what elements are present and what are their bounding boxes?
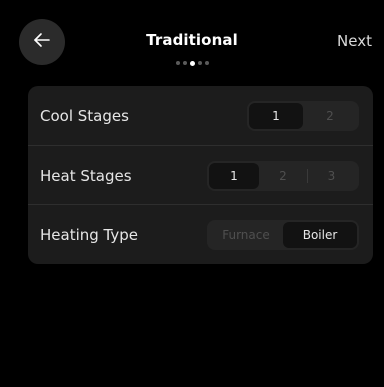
cool-stages-segmented-control: 1 2 (247, 100, 359, 131)
cool-stages-label: Cool Stages (40, 106, 129, 125)
pagination-dot (182, 61, 187, 65)
next-button[interactable]: Next (337, 32, 372, 50)
heat-stages-option-2[interactable]: 2 (259, 163, 307, 189)
cool-stages-row: Cool Stages 1 2 (28, 86, 373, 145)
heating-type-segmented-control: Furnace Boiler (207, 219, 359, 250)
settings-card: Cool Stages 1 2 Heat Stages 1 2 3 Heatin… (28, 86, 373, 264)
cool-stages-option-1[interactable]: 1 (249, 102, 303, 129)
heat-stages-option-1[interactable]: 1 (209, 162, 259, 189)
heating-type-option-boiler[interactable]: Boiler (283, 221, 357, 248)
heat-stages-label: Heat Stages (40, 166, 132, 185)
heating-type-option-furnace[interactable]: Furnace (209, 222, 283, 248)
heat-stages-segmented-control: 1 2 3 (207, 160, 359, 191)
cool-stages-option-2[interactable]: 2 (303, 103, 357, 129)
pagination-dot-active (189, 60, 195, 66)
pagination-dots (0, 60, 384, 66)
page-title: Traditional (146, 31, 238, 49)
pagination-dot (197, 61, 202, 65)
heating-type-label: Heating Type (40, 225, 138, 244)
heating-type-row: Heating Type Furnace Boiler (28, 204, 373, 264)
heat-stages-row: Heat Stages 1 2 3 (28, 145, 373, 205)
pagination-dot (204, 61, 209, 65)
pagination-dot (175, 61, 180, 65)
heat-stages-option-3[interactable]: 3 (308, 163, 355, 189)
